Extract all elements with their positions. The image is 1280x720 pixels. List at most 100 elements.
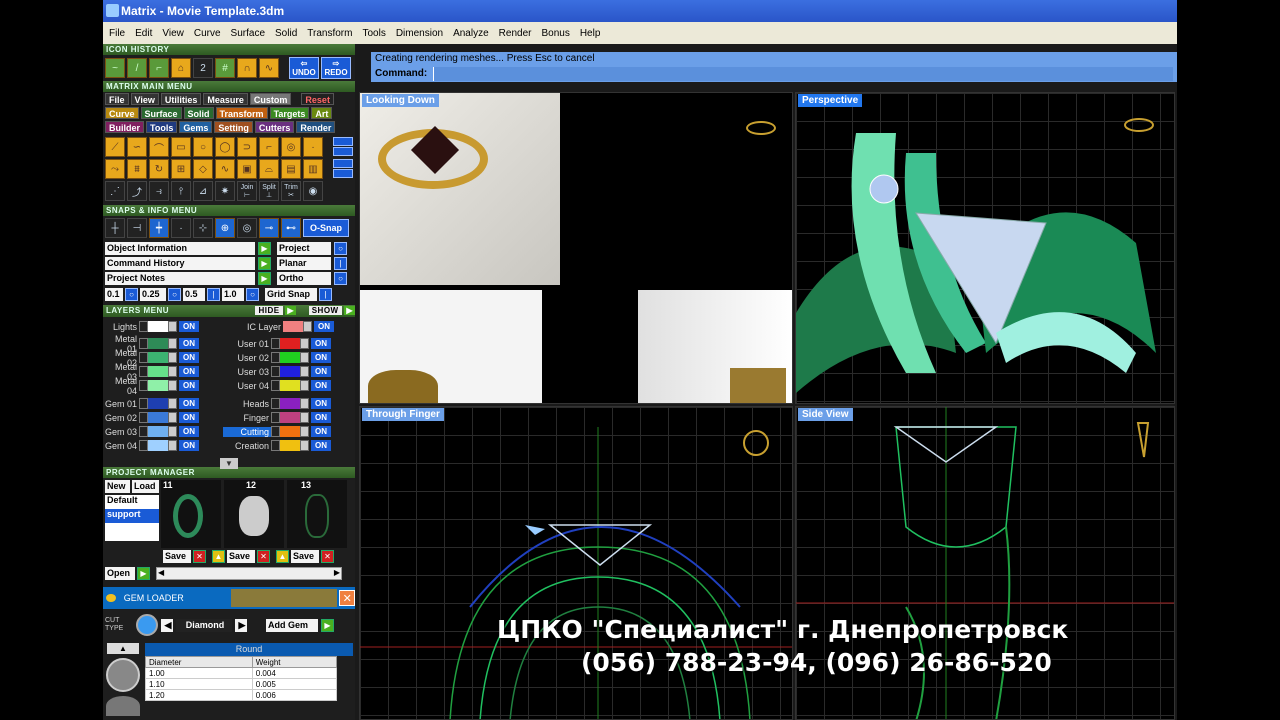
history-counter-icon[interactable]: 2 <box>193 58 213 78</box>
table-row[interactable]: 1.10 0.005 <box>145 678 338 690</box>
layer-on-button[interactable]: ON <box>311 352 331 363</box>
layer-user-1[interactable]: User 01 ON <box>223 337 355 350</box>
mm-setting-button[interactable]: Setting <box>214 121 253 133</box>
layer-lock-icon[interactable] <box>168 440 177 451</box>
layer-arrow-icon[interactable] <box>271 412 280 423</box>
tool-bend-icon[interactable]: ⤴ <box>127 181 147 201</box>
tool-shell-icon[interactable]: ▤ <box>281 159 301 179</box>
layer-arrow-icon[interactable] <box>139 366 148 377</box>
menu-analyze[interactable]: Analyze <box>453 28 489 39</box>
layer-extra-4[interactable]: Creation ON <box>223 439 355 452</box>
layer-color[interactable] <box>280 338 300 349</box>
round-gem-icon[interactable] <box>106 658 140 692</box>
layer-ic-lock-icon[interactable] <box>303 321 312 332</box>
layer-on-button[interactable]: ON <box>179 412 199 423</box>
viewport-through-finger[interactable]: Through Finger <box>359 406 793 720</box>
layer-ic-on[interactable]: ON <box>314 321 334 332</box>
layer-lock-icon[interactable] <box>300 380 309 391</box>
layer-on-button[interactable]: ON <box>179 352 199 363</box>
layer-gem-2[interactable]: Gem 02 ON <box>103 411 223 424</box>
command-history-play-icon[interactable]: ▶ <box>258 256 271 270</box>
menu-render[interactable]: Render <box>499 28 532 39</box>
tool-twist-icon[interactable]: ⫯ <box>171 181 191 201</box>
layer-user-3[interactable]: User 03 ON <box>223 365 355 378</box>
menu-curve[interactable]: Curve <box>194 28 221 39</box>
menu-tools[interactable]: Tools <box>362 28 385 39</box>
mm-reset-button[interactable]: Reset <box>301 93 334 105</box>
layer-color[interactable] <box>280 366 300 377</box>
add-gem-button[interactable]: Add Gem <box>266 618 318 632</box>
layer-arrow-icon[interactable] <box>271 426 280 437</box>
tool-sweep-icon[interactable]: ⤳ <box>105 159 125 179</box>
mm-measure-button[interactable]: Measure <box>203 93 248 105</box>
history-poly-icon[interactable]: ⌐ <box>149 58 169 78</box>
layer-arrow-icon[interactable] <box>271 380 280 391</box>
pm-new-button[interactable]: New <box>105 480 130 493</box>
tool-cap-icon[interactable]: ⌓ <box>259 159 279 179</box>
mm-file-button[interactable]: File <box>105 93 129 105</box>
tool-point-icon[interactable]: · <box>303 137 323 157</box>
pm-thumb-13[interactable]: 13 <box>287 480 347 548</box>
layer-lights[interactable]: Lights ON <box>103 320 223 333</box>
viewport-perspective[interactable]: Perspective <box>795 92 1175 404</box>
layer-color[interactable] <box>148 440 168 451</box>
layer-color[interactable] <box>148 398 168 409</box>
layer-color[interactable] <box>148 352 168 363</box>
layer-color[interactable] <box>280 380 300 391</box>
history-curve-icon[interactable]: ~ <box>105 58 125 78</box>
layer-lock-icon[interactable] <box>300 398 309 409</box>
mm-tools-button[interactable]: Tools <box>146 121 178 133</box>
undo-button[interactable]: ⇦ UNDO <box>289 57 319 79</box>
tool-revolve-icon[interactable]: ↻ <box>149 159 169 179</box>
table-row[interactable]: 1.20 0.006 <box>145 689 338 701</box>
history-grid-icon[interactable]: # <box>215 58 235 78</box>
mm-render-button[interactable]: Render <box>296 121 336 133</box>
tool-polyline-icon[interactable]: ⟋ <box>105 137 125 157</box>
pm-scrollbar[interactable]: ◀ ▶ <box>156 567 342 580</box>
add-gem-arrow-icon[interactable]: ▶ <box>321 618 334 632</box>
grid-value-05[interactable]: 0.5 <box>183 287 205 301</box>
planar-row[interactable]: Planar | <box>277 256 353 270</box>
layer-arrow-icon[interactable] <box>139 440 148 451</box>
layer-extra-3[interactable]: Cutting ON <box>223 425 355 438</box>
layer-user-2[interactable]: User 02 ON <box>223 351 355 364</box>
pm-delete-2-icon[interactable]: ✕ <box>257 550 270 563</box>
project-row[interactable]: Project ○ <box>277 241 353 255</box>
layer-on-button[interactable]: ON <box>311 440 331 451</box>
layer-lights-color[interactable] <box>148 321 168 332</box>
layer-arrow-icon[interactable] <box>139 398 148 409</box>
grid-value-10[interactable]: 1.0 <box>222 287 244 301</box>
history-line-icon[interactable]: / <box>127 58 147 78</box>
layer-color[interactable] <box>148 338 168 349</box>
layer-lock-icon[interactable] <box>168 366 177 377</box>
layer-color[interactable] <box>280 412 300 423</box>
layer-lock-icon[interactable] <box>300 440 309 451</box>
layers-show-button[interactable]: SHOW <box>308 306 342 315</box>
history-wave-icon[interactable]: ∿ <box>259 58 279 78</box>
project-notes-row[interactable]: Project Notes ▶ <box>105 271 273 285</box>
layer-ic[interactable]: IC Layer ON <box>223 320 355 333</box>
grid-value-01-icon[interactable]: ○ <box>125 287 138 301</box>
scroll-left-icon[interactable]: ◀ <box>158 568 164 577</box>
layer-on-button[interactable]: ON <box>179 398 199 409</box>
gem-loader-close-icon[interactable]: ✕ <box>339 590 355 606</box>
layers-hide-button[interactable]: HIDE <box>255 306 283 315</box>
tool-rect-icon[interactable]: ▭ <box>171 137 191 157</box>
layer-on-button[interactable]: ON <box>179 426 199 437</box>
layer-color[interactable] <box>280 398 300 409</box>
pm-save-1-button[interactable]: Save <box>163 550 191 563</box>
tool-curve-icon[interactable]: ∽ <box>127 137 147 157</box>
pm-open-button[interactable]: Open <box>105 567 135 580</box>
object-info-play-icon[interactable]: ▶ <box>258 241 271 255</box>
tool-ellipse-icon[interactable]: ◯ <box>215 137 235 157</box>
tool-point-curve-icon[interactable]: ⋰ <box>105 181 125 201</box>
cut-prev-icon[interactable]: ◀ <box>161 618 173 632</box>
mm-utilities-button[interactable]: Utilities <box>160 93 202 105</box>
pm-delete-3-icon[interactable]: ✕ <box>321 550 334 563</box>
layer-lock-icon[interactable] <box>300 412 309 423</box>
tool-loft-icon[interactable]: ⩩ <box>127 159 147 179</box>
layer-extra-2[interactable]: Finger ON <box>223 411 355 424</box>
layer-ic-color[interactable] <box>283 321 303 332</box>
grid-value-025[interactable]: 0.25 <box>140 287 166 301</box>
ortho-toggle-icon[interactable]: ○ <box>334 271 347 285</box>
